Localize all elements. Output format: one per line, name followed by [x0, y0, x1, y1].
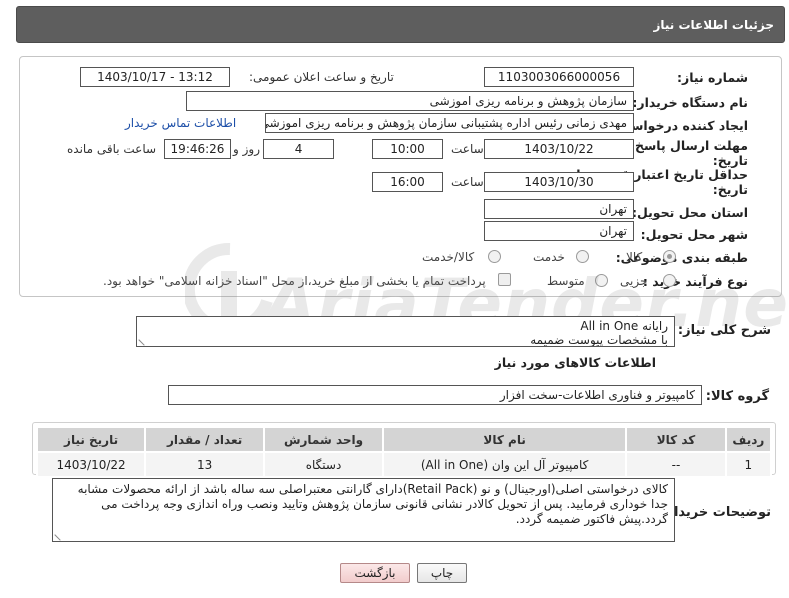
summary-textarea[interactable]: رایانه All in One با مشخصات پیوست ضمیمه [136, 316, 675, 347]
announce-field[interactable]: 1403/10/17 - 13:12 [80, 67, 230, 87]
validity-date-field[interactable]: 1403/10/30 [484, 172, 634, 192]
province-label: استان محل تحویل: [631, 205, 748, 220]
validity-time-label: ساعت [451, 175, 484, 189]
category-radio-goods-service[interactable] [488, 250, 501, 263]
time-remaining-field[interactable]: 19:46:26 [164, 139, 231, 159]
buyer-notes-textarea[interactable]: کالای درخواستی اصلی(اورجینال) و نو (Reta… [52, 478, 675, 542]
price-validity-label-date: تاریخ: [712, 182, 748, 197]
treasury-payment-checkbox[interactable] [498, 273, 511, 286]
buyer-org-label: نام دستگاه خریدار: [632, 95, 748, 110]
reply-deadline-label-date: تاریخ: [712, 153, 748, 168]
goods-table-header: ردیف کد کالا نام کالا واحد شمارش تعداد /… [35, 426, 773, 453]
process-radio-medium[interactable] [595, 274, 608, 287]
page-title: جزئیات اطلاعات نیاز [653, 17, 774, 32]
goods-table-wrapper: ردیف کد کالا نام کالا واحد شمارش تعداد /… [32, 422, 776, 478]
need-number-label: شماره نیاز: [677, 70, 748, 85]
col-unit: واحد شمارش [263, 426, 384, 453]
summary-line-1: رایانه All in One [580, 319, 668, 333]
cell-row: 1 [724, 451, 773, 478]
city-label: شهر محل تحویل: [640, 227, 748, 242]
print-button[interactable]: چاپ [417, 563, 467, 583]
process-radio-minor[interactable] [663, 274, 676, 287]
reply-deadline-label: مهلت ارسال پاسخ: تا [616, 138, 748, 153]
cell-unit: دستگاه [263, 451, 384, 478]
cell-code: -- [625, 451, 727, 478]
col-code: کد کالا [625, 426, 727, 453]
summary-line-2: با مشخصات پیوست ضمیمه [530, 333, 668, 347]
time-remaining-label: ساعت باقی مانده [67, 142, 157, 156]
city-field[interactable]: تهران [484, 221, 634, 241]
cell-name: کامپیوتر آل این وان (All in One) [381, 451, 628, 478]
buyer-notes-text: کالای درخواستی اصلی(اورجینال) و نو (Reta… [77, 482, 668, 526]
announce-label: تاریخ و ساعت اعلان عمومی: [249, 70, 394, 84]
days-remaining-field[interactable]: 4 [263, 139, 334, 159]
category-radio-service[interactable] [576, 250, 589, 263]
buyer-notes-label: توضیحات خریدار: [661, 505, 771, 520]
process-option-medium: متوسط [547, 274, 585, 288]
page-header: جزئیات اطلاعات نیاز [16, 6, 785, 43]
need-number-field[interactable]: 1103003066000056 [484, 67, 634, 87]
category-option-goods: کالا [626, 250, 643, 264]
col-date: تاریخ نیاز [35, 426, 147, 453]
reply-time-label: ساعت [451, 142, 484, 156]
process-type-label: نوع فرآیند خرید : [642, 274, 748, 289]
cell-qty: 13 [144, 451, 266, 478]
reply-time-field[interactable]: 10:00 [372, 139, 443, 159]
validity-time-field[interactable]: 16:00 [372, 172, 443, 192]
table-row[interactable]: 1 -- کامپیوتر آل این وان (All in One) دس… [35, 451, 773, 478]
category-radio-goods[interactable] [663, 250, 676, 263]
cell-date: 1403/10/22 [35, 451, 147, 478]
col-qty: تعداد / مقدار [144, 426, 266, 453]
col-name: نام کالا [381, 426, 628, 453]
days-label: روز و [233, 142, 260, 156]
treasury-payment-note: پرداخت تمام یا بخشی از مبلغ خرید،از محل … [103, 274, 486, 288]
process-option-minor: جزیی [620, 274, 648, 288]
buyer-org-field[interactable]: سازمان پژوهش و برنامه ریزی اموزشی [186, 91, 634, 111]
goods-group-field[interactable]: کامپیوتر و فناوری اطلاعات-سخت افزار [168, 385, 702, 405]
goods-table: ردیف کد کالا نام کالا واحد شمارش تعداد /… [35, 426, 773, 478]
buyer-contact-link[interactable]: اطلاعات تماس خریدار [125, 116, 236, 130]
resize-grip-icon[interactable] [54, 529, 66, 541]
back-button[interactable]: بازگشت [340, 563, 410, 583]
requester-field[interactable]: مهدی زمانی رئیس اداره پشتیبانی سازمان پژ… [265, 113, 634, 133]
summary-label: شرح کلی نیاز: [677, 323, 771, 338]
goods-section-title: اطلاعات کالاهای مورد نیاز [494, 355, 656, 370]
category-option-service: خدمت [533, 250, 565, 264]
col-row: ردیف [724, 426, 773, 453]
goods-group-label: گروه کالا: [705, 389, 769, 404]
province-field[interactable]: تهران [484, 199, 634, 219]
category-option-goods-service: کالا/خدمت [422, 250, 475, 264]
reply-date-field[interactable]: 1403/10/22 [484, 139, 634, 159]
